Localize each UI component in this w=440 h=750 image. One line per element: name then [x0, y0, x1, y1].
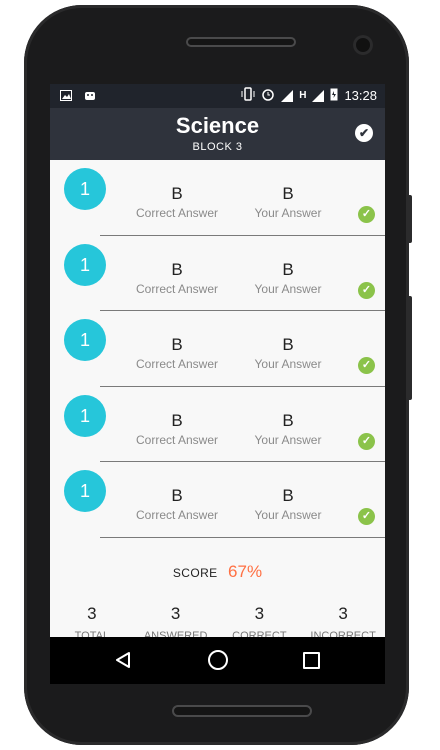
check-circle-icon: ✓ [358, 508, 375, 526]
your-answer-column: B Your Answer [233, 335, 343, 371]
question-number-badge: 1 [64, 319, 106, 362]
your-answer-label: Your Answer [254, 281, 322, 296]
correct-answer-value: B [171, 259, 183, 279]
recents-icon[interactable] [303, 652, 320, 669]
correct-answer-column: B Correct Answer [122, 260, 232, 296]
correct-answer-value: B [171, 335, 183, 355]
status-bar: H 13:28 [50, 84, 385, 108]
signal-icon [281, 89, 294, 102]
divider [100, 536, 385, 538]
list-item[interactable]: 1 B Correct Answer B Your Answer ✓ [50, 236, 385, 312]
your-answer-column: B Your Answer [233, 184, 343, 220]
correct-answer-label: Correct Answer [135, 281, 219, 296]
your-answer-label: Your Answer [254, 432, 322, 447]
score-value: 67% [228, 562, 263, 581]
your-answer-label: Your Answer [254, 357, 322, 372]
check-circle-icon: ✓ [358, 432, 375, 450]
stat-value: 3 [338, 604, 348, 623]
list-item[interactable]: 1 B Correct Answer B Your Answer ✓ [50, 387, 385, 463]
check-circle-icon: ✓ [358, 281, 375, 299]
your-answer-label: Your Answer [254, 206, 322, 220]
your-answer-value: B [282, 410, 294, 430]
page-subtitle: BLOCK 3 [192, 141, 243, 153]
your-answer-value: B [282, 184, 294, 203]
correct-answer-label: Correct Answer [135, 357, 219, 372]
correct-answer-column: B Correct Answer [122, 335, 232, 371]
correct-answer-label: Correct Answer [135, 432, 219, 447]
correct-answer-column: B Correct Answer [122, 184, 232, 220]
clock-time: 13:28 [344, 88, 377, 103]
list-item[interactable]: 1 B Correct Answer B Your Answer ✓ [50, 160, 385, 236]
correct-answer-value: B [171, 184, 183, 203]
your-answer-column: B Your Answer [233, 260, 343, 296]
signal-icon [312, 89, 325, 102]
stat-value: 3 [170, 604, 181, 623]
earpiece-speaker [186, 37, 296, 47]
your-answer-value: B [282, 335, 294, 355]
android-icon [84, 89, 96, 105]
correct-answer-value: B [171, 486, 183, 506]
battery-charging-icon [330, 87, 338, 104]
your-answer-column: B Your Answer [233, 486, 343, 522]
home-icon[interactable] [208, 650, 228, 670]
question-number-badge: 1 [64, 394, 106, 437]
correct-answer-label: Correct Answer [135, 206, 219, 220]
correct-answer-column: B Correct Answer [122, 411, 232, 447]
stat-value: 3 [87, 604, 97, 623]
list-item[interactable]: 1 B Correct Answer B Your Answer ✓ [50, 462, 385, 538]
correct-answer-label: Correct Answer [135, 508, 219, 523]
network-type: H [299, 90, 307, 101]
score-label: SCORE [172, 566, 218, 580]
navigation-bar [50, 637, 385, 684]
app-screen: H 13:28 Science BLOCK 3 ✔ 1 B Correct An… [50, 84, 385, 684]
alarm-icon [261, 87, 275, 104]
your-answer-value: B [282, 259, 294, 279]
power-button [406, 296, 412, 400]
question-number-badge: 1 [64, 470, 106, 513]
check-circle-icon: ✓ [358, 357, 375, 375]
check-circle-icon: ✓ [358, 206, 375, 223]
correct-answer-value: B [171, 410, 183, 430]
question-number-badge: 1 [64, 243, 106, 286]
question-list: 1 B Correct Answer B Your Answer ✓ 1 B C… [50, 160, 385, 538]
volume-button [406, 195, 412, 243]
app-bar: Science BLOCK 3 ✔ [50, 108, 385, 160]
your-answer-value: B [282, 486, 294, 506]
image-icon [60, 89, 72, 105]
your-answer-column: B Your Answer [233, 411, 343, 447]
front-camera [353, 35, 373, 55]
bottom-speaker [172, 705, 312, 717]
page-title: Science [175, 113, 260, 138]
check-circle-icon[interactable]: ✔ [355, 124, 373, 142]
correct-answer-column: B Correct Answer [122, 486, 232, 522]
list-item[interactable]: 1 B Correct Answer B Your Answer ✓ [50, 311, 385, 387]
score-summary: SCORE 67% [50, 562, 385, 582]
your-answer-label: Your Answer [254, 508, 322, 523]
back-icon[interactable] [114, 651, 132, 669]
question-number-badge: 1 [64, 168, 106, 210]
stat-value: 3 [254, 604, 265, 623]
vibrate-icon [241, 87, 255, 104]
